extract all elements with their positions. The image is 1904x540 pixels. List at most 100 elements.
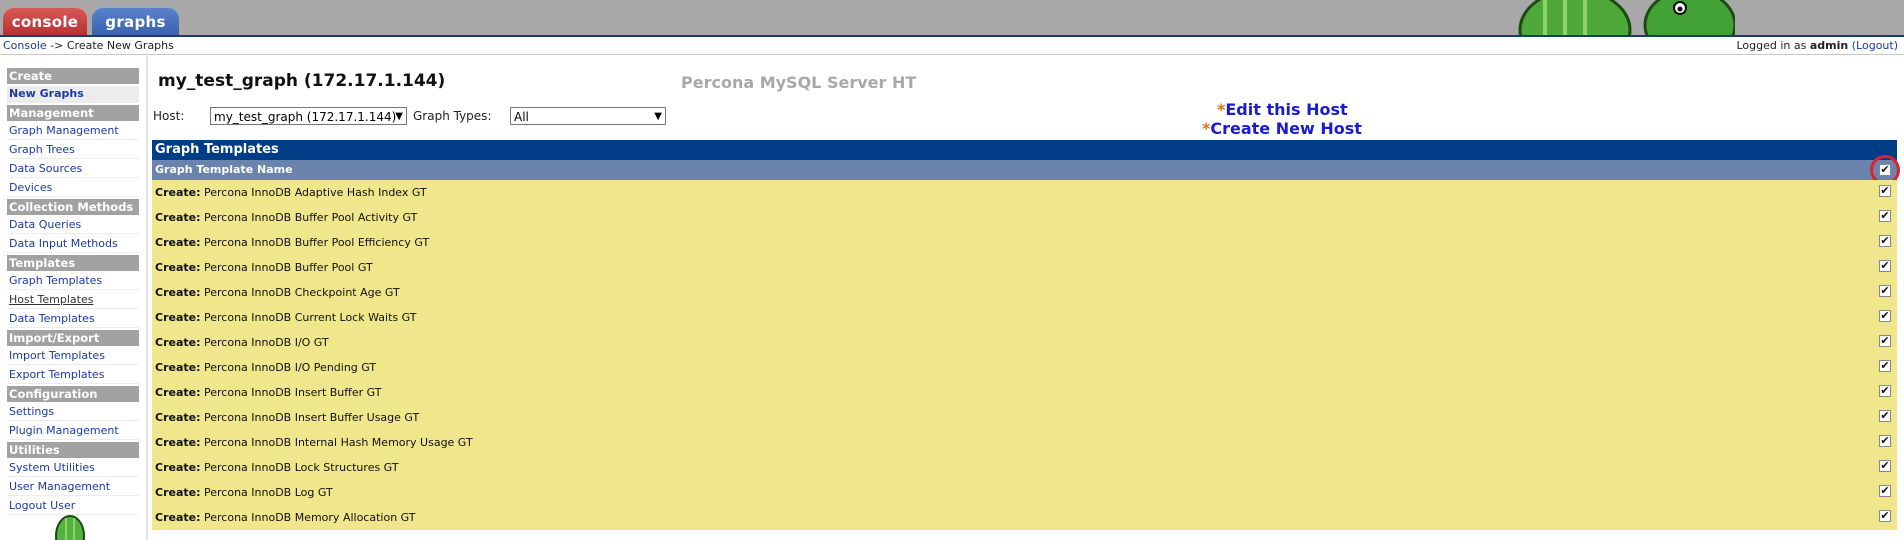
sidebar-heading-create: Create — [7, 68, 139, 84]
table-row[interactable]: Create: Percona InnoDB Buffer Pool GT ✔ — [152, 255, 1897, 280]
table-heading: Graph Templates — [152, 140, 1897, 160]
table-row[interactable]: Create: Percona InnoDB Buffer Pool Activ… — [152, 205, 1897, 230]
table-body: Create: Percona InnoDB Adaptive Hash Ind… — [152, 180, 1897, 530]
create-host-link[interactable]: Create New Host — [1210, 119, 1362, 138]
row-checkbox[interactable]: ✔ — [1879, 235, 1891, 247]
sidebar-item-graph-templates[interactable]: Graph Templates — [7, 273, 139, 290]
row-checkbox[interactable]: ✔ — [1879, 435, 1891, 447]
breadcrumb-current: Create New Graphs — [66, 39, 174, 52]
row-template-name: Percona InnoDB Checkpoint Age GT — [204, 286, 400, 299]
table-row[interactable]: Create: Percona InnoDB Internal Hash Mem… — [152, 430, 1897, 455]
row-template-name: Percona InnoDB Internal Hash Memory Usag… — [204, 436, 473, 449]
sidebar-item-plugin-management[interactable]: Plugin Management — [7, 423, 139, 440]
row-checkbox[interactable]: ✔ — [1879, 485, 1891, 497]
row-prefix: Create: — [155, 211, 201, 224]
sidebar-item-import-templates[interactable]: Import Templates — [7, 348, 139, 365]
graph-types-select-value: All — [514, 110, 529, 124]
sidebar-heading-utilities: Utilities — [7, 442, 139, 458]
column-label: Graph Template Name — [155, 163, 293, 176]
breadcrumb-separator: -> — [46, 39, 67, 52]
row-prefix: Create: — [155, 186, 201, 199]
breadcrumb-bar: Console -> Create New Graphs Logged in a… — [0, 37, 1904, 55]
main-content: my_test_graph (172.17.1.144) Percona MyS… — [150, 56, 1900, 540]
dropdown-arrow-icon: ▼ — [654, 111, 662, 122]
breadcrumb: Console -> Create New Graphs — [3, 37, 174, 54]
sidebar-heading-configuration: Configuration — [7, 386, 139, 402]
login-prefix: Logged in as — [1736, 39, 1810, 52]
table-row[interactable]: Create: Percona InnoDB Memory Allocation… — [152, 505, 1897, 530]
tab-console[interactable]: console — [3, 7, 87, 35]
row-prefix: Create: — [155, 236, 201, 249]
row-template-name: Percona InnoDB I/O Pending GT — [204, 361, 377, 374]
table-row[interactable]: Create: Percona InnoDB Insert Buffer Usa… — [152, 405, 1897, 430]
row-checkbox[interactable]: ✔ — [1879, 360, 1891, 372]
row-template-name: Percona InnoDB Lock Structures GT — [204, 461, 399, 474]
row-checkbox[interactable]: ✔ — [1879, 310, 1891, 322]
graph-types-select[interactable]: All ▼ — [510, 107, 666, 125]
row-checkbox[interactable]: ✔ — [1879, 210, 1891, 222]
table-column-header: Graph Template Name ✔ — [152, 155, 1900, 185]
sidebar-heading-collection-methods: Collection Methods — [7, 199, 139, 215]
row-prefix: Create: — [155, 361, 201, 374]
top-bar: console graphs — [0, 0, 1904, 37]
sidebar-item-data-input-methods[interactable]: Data Input Methods — [7, 236, 139, 253]
edit-host-row: *Edit this Host — [1217, 100, 1348, 119]
host-description: Percona MySQL Server HT — [681, 73, 917, 92]
login-status: Logged in as admin (Logout) — [1737, 37, 1899, 54]
host-select-value: my_test_graph (172.17.1.144) — [214, 110, 397, 124]
table-row[interactable]: Create: Percona InnoDB Adaptive Hash Ind… — [152, 180, 1897, 205]
sidebar-item-data-queries[interactable]: Data Queries — [7, 217, 139, 234]
create-host-row: *Create New Host — [1202, 119, 1362, 138]
sidebar-item-export-templates[interactable]: Export Templates — [7, 367, 139, 384]
row-template-name: Percona InnoDB Memory Allocation GT — [204, 511, 416, 524]
sidebar-item-devices[interactable]: Devices — [7, 180, 139, 197]
table-row[interactable]: Create: Percona InnoDB Log GT ✔ — [152, 480, 1897, 505]
row-prefix: Create: — [155, 311, 201, 324]
row-checkbox[interactable]: ✔ — [1879, 185, 1891, 197]
tab-graphs[interactable]: graphs — [92, 7, 179, 35]
row-template-name: Percona InnoDB Log GT — [204, 486, 333, 499]
table-row[interactable]: Create: Percona InnoDB Lock Structures G… — [152, 455, 1897, 480]
row-prefix: Create: — [155, 336, 201, 349]
row-prefix: Create: — [155, 436, 201, 449]
logout-link[interactable]: (Logout) — [1852, 39, 1898, 52]
graph-types-label: Graph Types: — [413, 109, 492, 123]
sidebar-heading-templates: Templates — [7, 255, 139, 271]
host-label: Host: — [153, 109, 185, 123]
sidebar: Create New Graphs Management Graph Manag… — [0, 56, 148, 540]
sidebar-item-graph-management[interactable]: Graph Management — [7, 123, 139, 140]
breadcrumb-console-link[interactable]: Console — [3, 39, 47, 52]
sidebar-item-graph-trees[interactable]: Graph Trees — [7, 142, 139, 159]
sidebar-item-data-templates[interactable]: Data Templates — [7, 311, 139, 328]
sidebar-item-data-sources[interactable]: Data Sources — [7, 161, 139, 178]
sidebar-item-system-utilities[interactable]: System Utilities — [7, 460, 139, 477]
sidebar-item-host-templates[interactable]: Host Templates — [7, 292, 139, 309]
row-template-name: Percona InnoDB Insert Buffer GT — [204, 386, 382, 399]
row-checkbox[interactable]: ✔ — [1879, 460, 1891, 472]
row-checkbox[interactable]: ✔ — [1879, 335, 1891, 347]
table-row[interactable]: Create: Percona InnoDB Buffer Pool Effic… — [152, 230, 1897, 255]
row-prefix: Create: — [155, 386, 201, 399]
row-checkbox[interactable]: ✔ — [1879, 285, 1891, 297]
sidebar-item-settings[interactable]: Settings — [7, 404, 139, 421]
row-template-name: Percona InnoDB Buffer Pool Efficiency GT — [204, 236, 430, 249]
row-checkbox[interactable]: ✔ — [1879, 385, 1891, 397]
host-select[interactable]: my_test_graph (172.17.1.144) ▼ — [210, 107, 407, 125]
row-checkbox[interactable]: ✔ — [1879, 410, 1891, 422]
edit-host-link[interactable]: Edit this Host — [1225, 100, 1347, 119]
sidebar-item-new-graphs[interactable]: New Graphs — [7, 86, 139, 103]
row-template-name: Percona InnoDB Insert Buffer Usage GT — [204, 411, 420, 424]
sidebar-item-user-management[interactable]: User Management — [7, 479, 139, 496]
page-title: my_test_graph (172.17.1.144) — [158, 71, 446, 91]
row-checkbox[interactable]: ✔ — [1879, 510, 1891, 522]
row-checkbox[interactable]: ✔ — [1879, 260, 1891, 272]
table-row[interactable]: Create: Percona InnoDB Checkpoint Age GT… — [152, 280, 1897, 305]
table-row[interactable]: Create: Percona InnoDB Current Lock Wait… — [152, 305, 1897, 330]
login-user: admin — [1809, 39, 1849, 52]
sidebar-nav: Create New Graphs Management Graph Manag… — [7, 68, 139, 517]
table-row[interactable]: Create: Percona InnoDB Insert Buffer GT ✔ — [152, 380, 1897, 405]
sidebar-heading-management: Management — [7, 105, 139, 121]
row-prefix: Create: — [155, 486, 201, 499]
table-row[interactable]: Create: Percona InnoDB I/O GT ✔ — [152, 330, 1897, 355]
table-row[interactable]: Create: Percona InnoDB I/O Pending GT ✔ — [152, 355, 1897, 380]
